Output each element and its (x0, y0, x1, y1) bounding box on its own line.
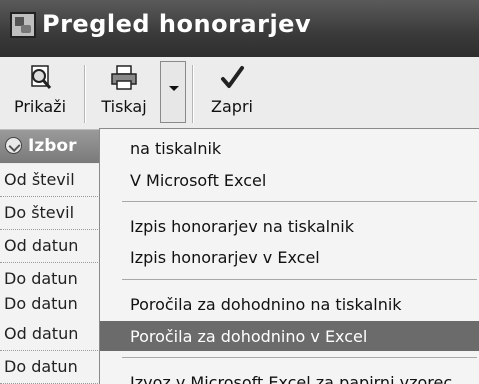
toolbar-separator (192, 65, 194, 123)
filter-row: Do števil (0, 197, 100, 230)
filter-row: Do datun (0, 288, 100, 321)
menu-separator (122, 357, 477, 358)
menu-item-label: Poročila za dohodnino na tiskalnik (130, 295, 402, 314)
menu-separator (122, 279, 477, 280)
menu-item-label: Izpis honorarjev na tiskalnik (130, 217, 354, 236)
toolbar: Prikaži Tiskaj Zapri (0, 57, 479, 130)
menu-item-export-excel-paper[interactable]: Izvoz v Microsoft Excel za papirni vzore… (100, 367, 479, 384)
menu-item-export-excel[interactable]: V Microsoft Excel (100, 165, 479, 195)
collapse-icon[interactable] (5, 137, 22, 154)
filter-label: Od datun (4, 324, 79, 343)
menu-item-label: Izpis honorarjev v Excel (130, 248, 320, 267)
menu-item-label: Izvoz v Microsoft Excel za papirni vzore… (130, 373, 453, 384)
menu-item-label: na tiskalnik (130, 139, 222, 158)
menu-item-tax-reports-excel[interactable]: Poročila za dohodnino v Excel (100, 321, 479, 351)
app-icon (10, 12, 36, 38)
checkmark-icon (221, 66, 244, 88)
chevron-down-icon (169, 86, 179, 91)
menu-item-label: V Microsoft Excel (130, 171, 267, 190)
window-title: Pregled honorarjev (42, 10, 312, 38)
filter-label: Od števil (4, 170, 75, 189)
filter-label: Od datun (4, 236, 79, 255)
preview-button[interactable]: Prikaži (5, 63, 75, 123)
preview-icon (31, 65, 52, 89)
menu-item-fees-excel[interactable]: Izpis honorarjev v Excel (100, 242, 479, 272)
print-dropdown-button[interactable] (160, 61, 186, 123)
filter-row: Od števil (0, 164, 100, 197)
panel-header-label: Izbor (28, 136, 77, 156)
close-label: Zapri (211, 97, 253, 116)
filter-label: Do datun (4, 357, 78, 376)
filter-label: Do števil (4, 203, 75, 222)
filter-label: Do datun (4, 294, 78, 313)
filter-row: Od datun (0, 230, 100, 263)
printer-icon (111, 65, 137, 90)
close-button[interactable]: Zapri (200, 63, 264, 123)
menu-item-label: Poročila za dohodnino v Excel (130, 327, 368, 346)
menu-item-fees-printer[interactable]: Izpis honorarjev na tiskalnik (100, 211, 479, 241)
filter-label: Do datun (4, 269, 78, 288)
menu-item-print-to-printer[interactable]: na tiskalnik (100, 133, 479, 163)
print-button[interactable]: Tiskaj (92, 63, 156, 123)
toolbar-separator (84, 65, 86, 123)
title-bar: Pregled honorarjev (0, 0, 479, 57)
menu-item-tax-reports-printer[interactable]: Poročila za dohodnino na tiskalnik (100, 289, 479, 319)
filter-row: Do datun (0, 351, 100, 384)
preview-label: Prikaži (13, 97, 67, 116)
menu-separator (122, 201, 477, 202)
filter-row: Od datun (0, 318, 100, 351)
print-dropdown-menu: na tiskalnik V Microsoft Excel Izpis hon… (99, 128, 479, 384)
print-label: Tiskaj (101, 97, 147, 116)
selection-panel-header[interactable]: Izbor (0, 130, 100, 163)
